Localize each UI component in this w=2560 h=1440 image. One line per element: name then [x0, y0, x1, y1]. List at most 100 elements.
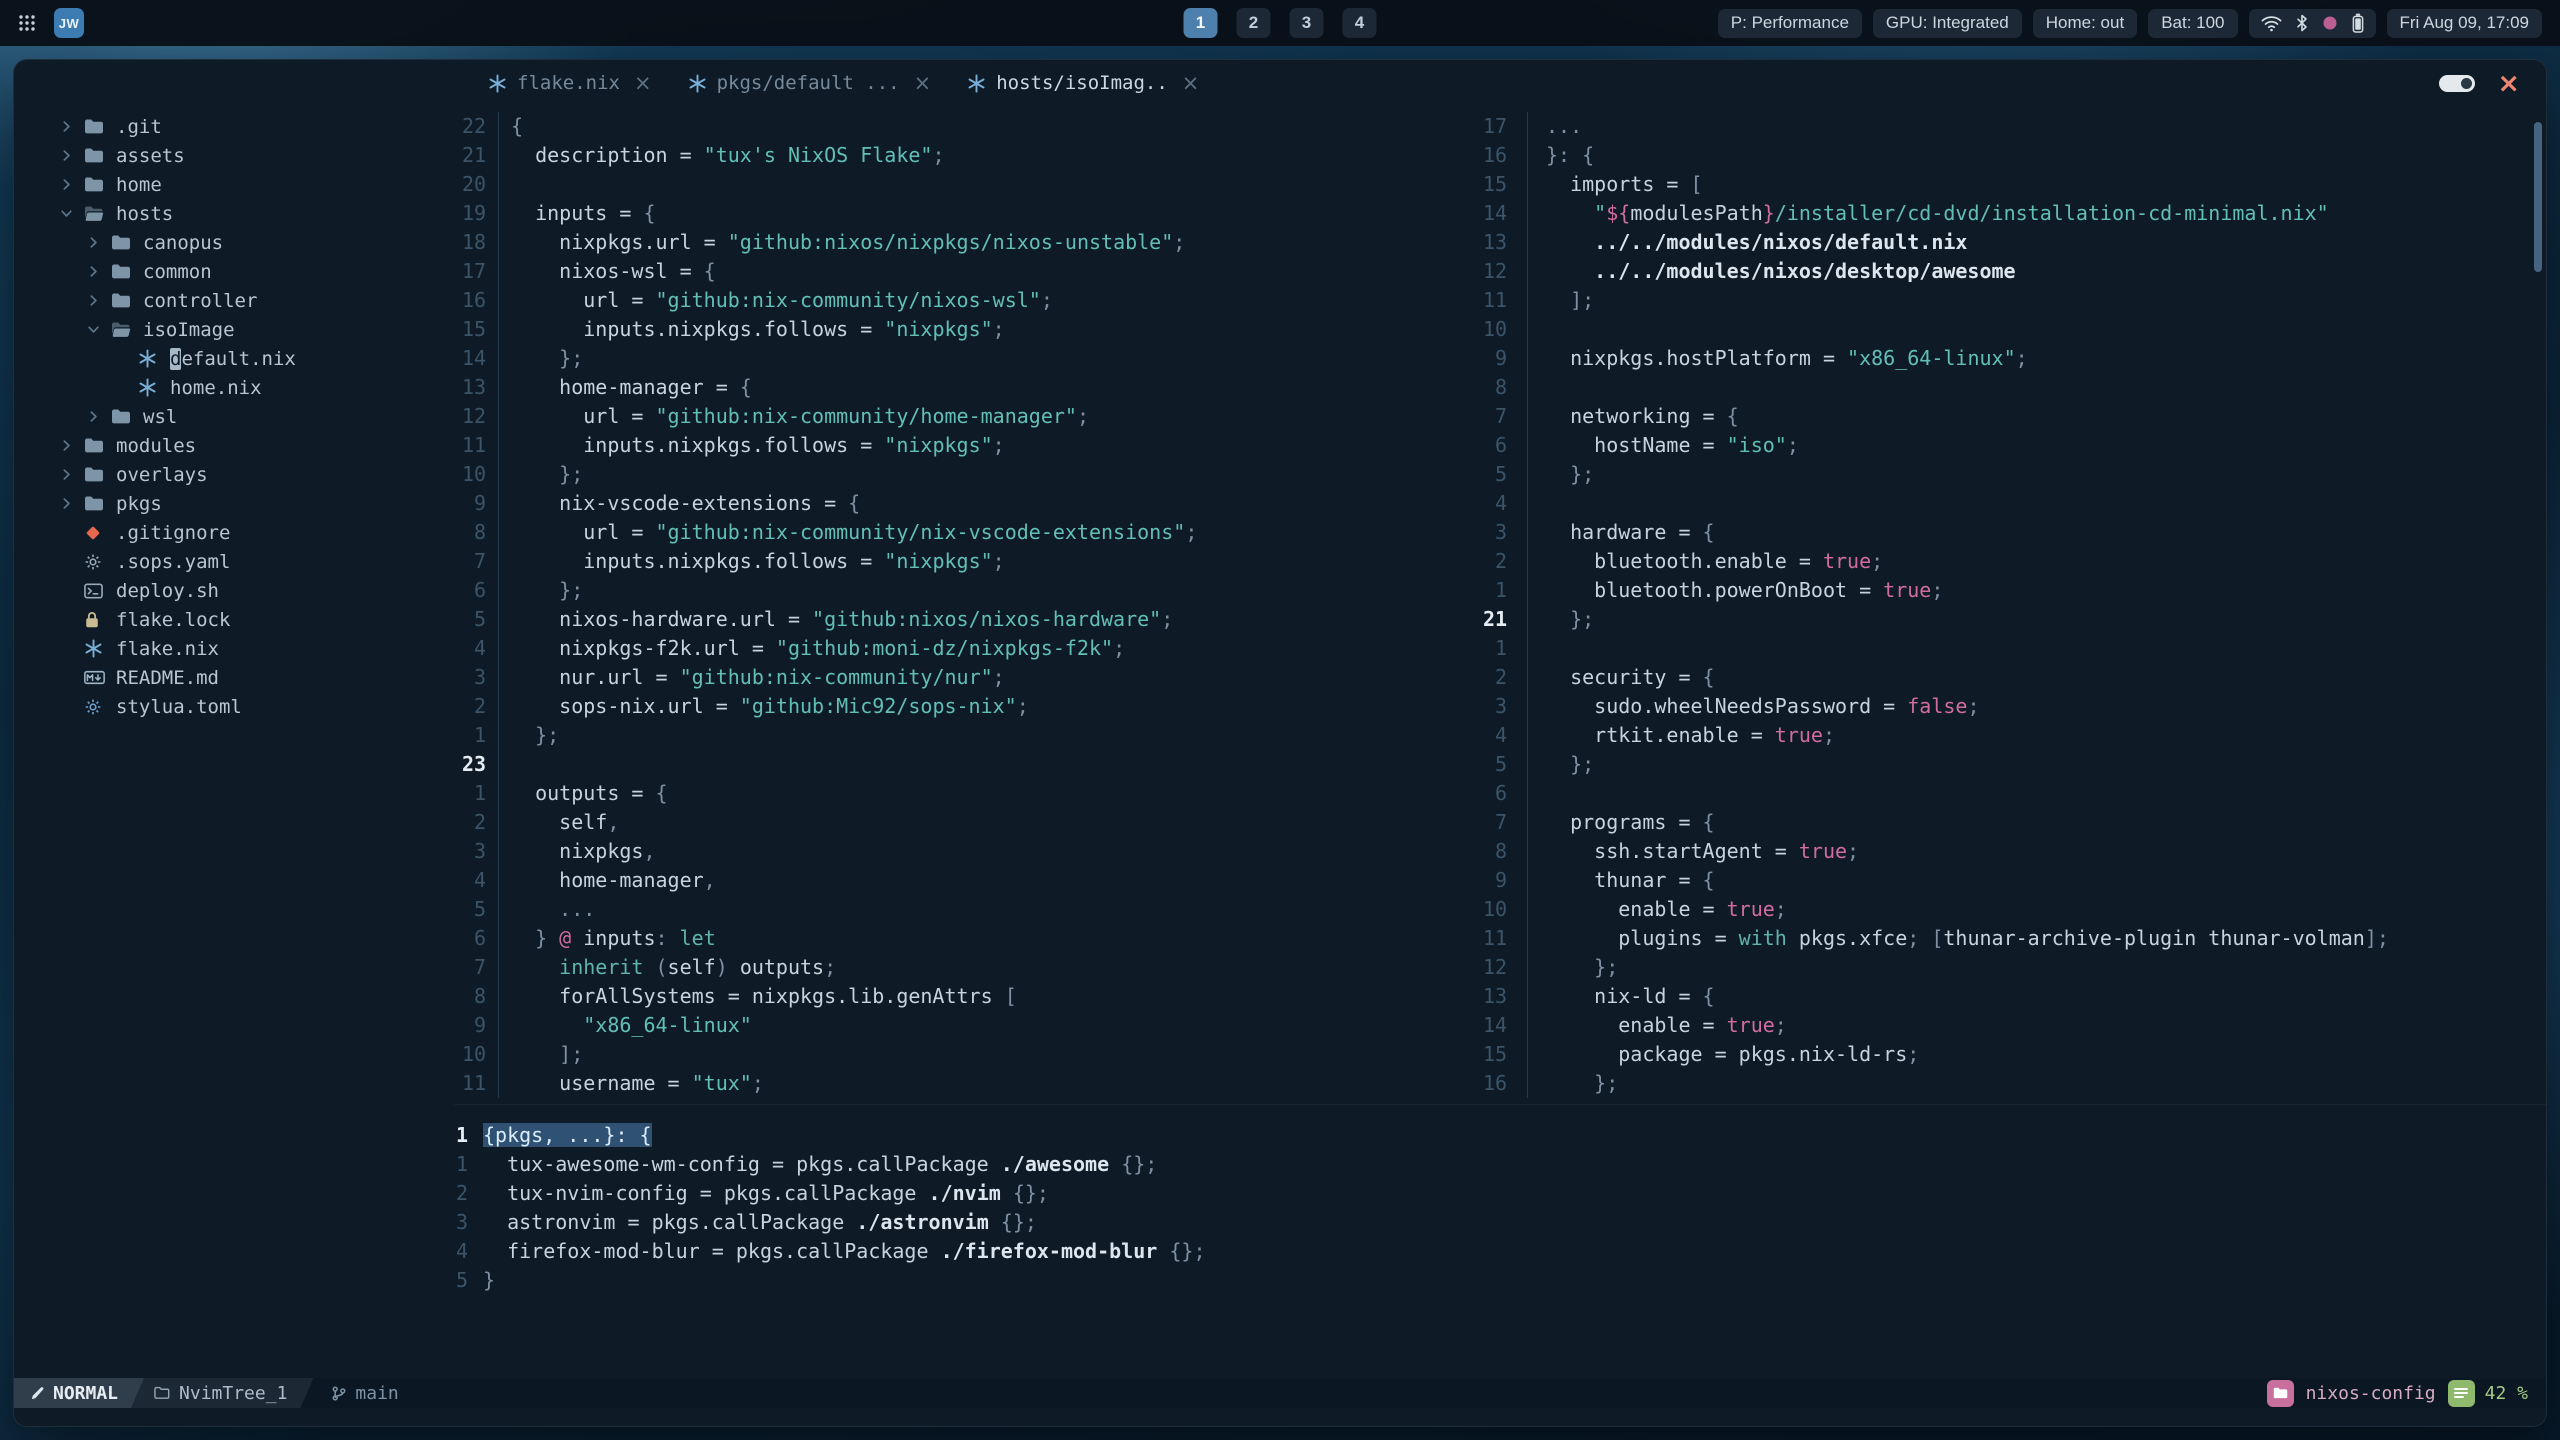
buffer-tabs: flake.nix × pkgs/default ... × hosts/isoImag… — [470, 60, 1217, 106]
code-line: 15 imports = [ — [1451, 170, 2546, 199]
tree-item-wsl[interactable]: wsl — [14, 402, 454, 431]
tree-item-isoimage[interactable]: isoImage — [14, 315, 454, 344]
code-line: 2 sops-nix.url = "github:Mic92/sops-nix"… — [454, 692, 1451, 721]
tab-flake-nix[interactable]: flake.nix × — [470, 60, 670, 106]
line-number: 5 — [1494, 752, 1507, 776]
tree-item-flake-lock[interactable]: flake.lock — [14, 605, 454, 634]
tree-item-git[interactable]: .git — [14, 112, 454, 141]
chevron-right-icon[interactable] — [60, 120, 84, 133]
tab-label: pkgs/default ... — [716, 72, 900, 94]
tree-item-deploy-sh[interactable]: deploy.sh — [14, 576, 454, 605]
workspace-button-3[interactable]: 3 — [1289, 8, 1324, 38]
scrollbar-thumb[interactable] — [2534, 122, 2542, 272]
code-line: 4 nixpkgs-f2k.url = "github:moni-dz/nixp… — [454, 634, 1451, 663]
file-tree: .git assets home hosts canopus common controll… — [14, 106, 454, 1378]
tree-item-controller[interactable]: controller — [14, 286, 454, 315]
toggle-icon[interactable] — [2439, 74, 2476, 92]
code-text: astronvim = pkgs.callPackage ./astronvim… — [483, 1210, 1037, 1234]
chevron-right-icon[interactable] — [60, 439, 84, 452]
workspace-button-1[interactable]: 1 — [1183, 8, 1218, 38]
logo-icon[interactable]: JW — [54, 8, 84, 38]
code-text: inputs.nixpkgs.follows = "nixpkgs"; — [511, 549, 1005, 573]
editor-pane-iso-default-nix[interactable]: 17... 16}: {15 imports = [14 "${modulesPa… — [1451, 112, 2546, 1104]
tab-close-icon[interactable]: × — [914, 71, 932, 95]
tree-item-sops-yaml[interactable]: .sops.yaml — [14, 547, 454, 576]
line-number: 3 — [473, 665, 486, 689]
line-number: 3 — [473, 839, 486, 863]
code-line: 9 nix-vscode-extensions = { — [454, 489, 1451, 518]
topbar-right: P: Performance GPU: Integrated Home: out Ba… — [1717, 8, 2542, 38]
tree-item-readme-md[interactable]: README.md — [14, 663, 454, 692]
folder-icon — [84, 118, 110, 135]
code-line: 8 ssh.startAgent = true; — [1451, 837, 2546, 866]
tree-item-common[interactable]: common — [14, 257, 454, 286]
line-number: 4 — [473, 636, 486, 660]
chevron-right-icon[interactable] — [87, 236, 111, 249]
code-text: url = "github:nix-community/nixos-wsl"; — [511, 288, 1053, 312]
line-number: 13 — [462, 375, 487, 399]
folder-open-icon — [84, 205, 110, 222]
tree-item-modules[interactable]: modules — [14, 431, 454, 460]
code-line: 16 url = "github:nix-community/nixos-wsl… — [454, 286, 1451, 315]
tree-item-overlays[interactable]: overlays — [14, 460, 454, 489]
code-line: 3 nixpkgs, — [454, 837, 1451, 866]
folder-icon — [84, 147, 110, 164]
line-number: 4 — [473, 868, 486, 892]
tree-item-stylua-toml[interactable]: stylua.toml — [14, 692, 454, 721]
line-number: 14 — [1483, 201, 1508, 225]
line-number: 12 — [1483, 259, 1508, 283]
code-text: { — [511, 114, 524, 138]
line-number: 6 — [473, 926, 486, 950]
chevron-right-icon[interactable] — [87, 410, 111, 423]
folder-icon — [111, 263, 137, 280]
chevron-right-icon[interactable] — [87, 265, 111, 278]
tab-hosts-isoimag[interactable]: hosts/isoImag.. × — [949, 60, 1217, 106]
chevron-down-icon[interactable] — [87, 323, 111, 336]
chevron-right-icon[interactable] — [60, 149, 84, 162]
tree-item-flake-nix[interactable]: flake.nix — [14, 634, 454, 663]
tree-item-pkgs[interactable]: pkgs — [14, 489, 454, 518]
chevron-right-icon[interactable] — [87, 294, 111, 307]
tab-close-icon[interactable]: × — [1182, 71, 1200, 95]
line-number: 5 — [473, 607, 486, 631]
tree-item-hosts[interactable]: hosts — [14, 199, 454, 228]
tree-item-default-nix[interactable]: default.nix — [14, 344, 454, 373]
close-icon[interactable]: × — [2497, 70, 2520, 97]
code-text: }; — [511, 462, 584, 486]
code-line: 9 nixpkgs.hostPlatform = "x86_64-linux"; — [1451, 344, 2546, 373]
upper-splits: 22{21 description = "tux's NixOS Flake";… — [454, 106, 2546, 1104]
line-number: 12 — [462, 404, 487, 428]
tree-item-label: .gitignore — [116, 521, 231, 544]
line-number: 16 — [462, 288, 487, 312]
code-line: 13 nix-ld = { — [1451, 982, 2546, 1011]
dnd-dot-icon — [2322, 15, 2338, 31]
folder-icon — [111, 408, 137, 425]
tree-item-home-nix[interactable]: home.nix — [14, 373, 454, 402]
line-number: 14 — [1483, 1013, 1508, 1037]
code-line: 19 inputs = { — [454, 199, 1451, 228]
folder-icon — [111, 292, 137, 309]
line-number: 10 — [462, 462, 487, 486]
app-menu-icon[interactable] — [18, 14, 36, 32]
tree-item-gitignore[interactable]: .gitignore — [14, 518, 454, 547]
workspace-button-4[interactable]: 4 — [1342, 8, 1377, 38]
chevron-right-icon[interactable] — [60, 468, 84, 481]
tab-pkgs-default[interactable]: pkgs/default ... × — [670, 60, 950, 106]
editor-pane-pkgs-default-nix[interactable]: 1 {pkgs, ...}: {1 tux-awesome-wm-config =… — [454, 1104, 2546, 1378]
statusline-right: nixos-config 42 % — [2266, 1379, 2546, 1407]
tree-item-canopus[interactable]: canopus — [14, 228, 454, 257]
workspace-button-2[interactable]: 2 — [1236, 8, 1271, 38]
code-text: bluetooth.enable = true; — [1546, 549, 1884, 573]
chevron-right-icon[interactable] — [60, 178, 84, 191]
chevron-down-icon[interactable] — [60, 207, 84, 220]
chevron-right-icon[interactable] — [60, 497, 84, 510]
code-text: }; — [511, 578, 584, 602]
tab-close-icon[interactable]: × — [634, 71, 652, 95]
tree-item-assets[interactable]: assets — [14, 141, 454, 170]
code-text: {pkgs, ...}: { — [483, 1123, 652, 1147]
line-number: 3 — [1494, 694, 1507, 718]
line-number: 9 — [473, 491, 486, 515]
tree-item-home[interactable]: home — [14, 170, 454, 199]
editor-pane-flake-nix[interactable]: 22{21 description = "tux's NixOS Flake";… — [454, 112, 1451, 1104]
